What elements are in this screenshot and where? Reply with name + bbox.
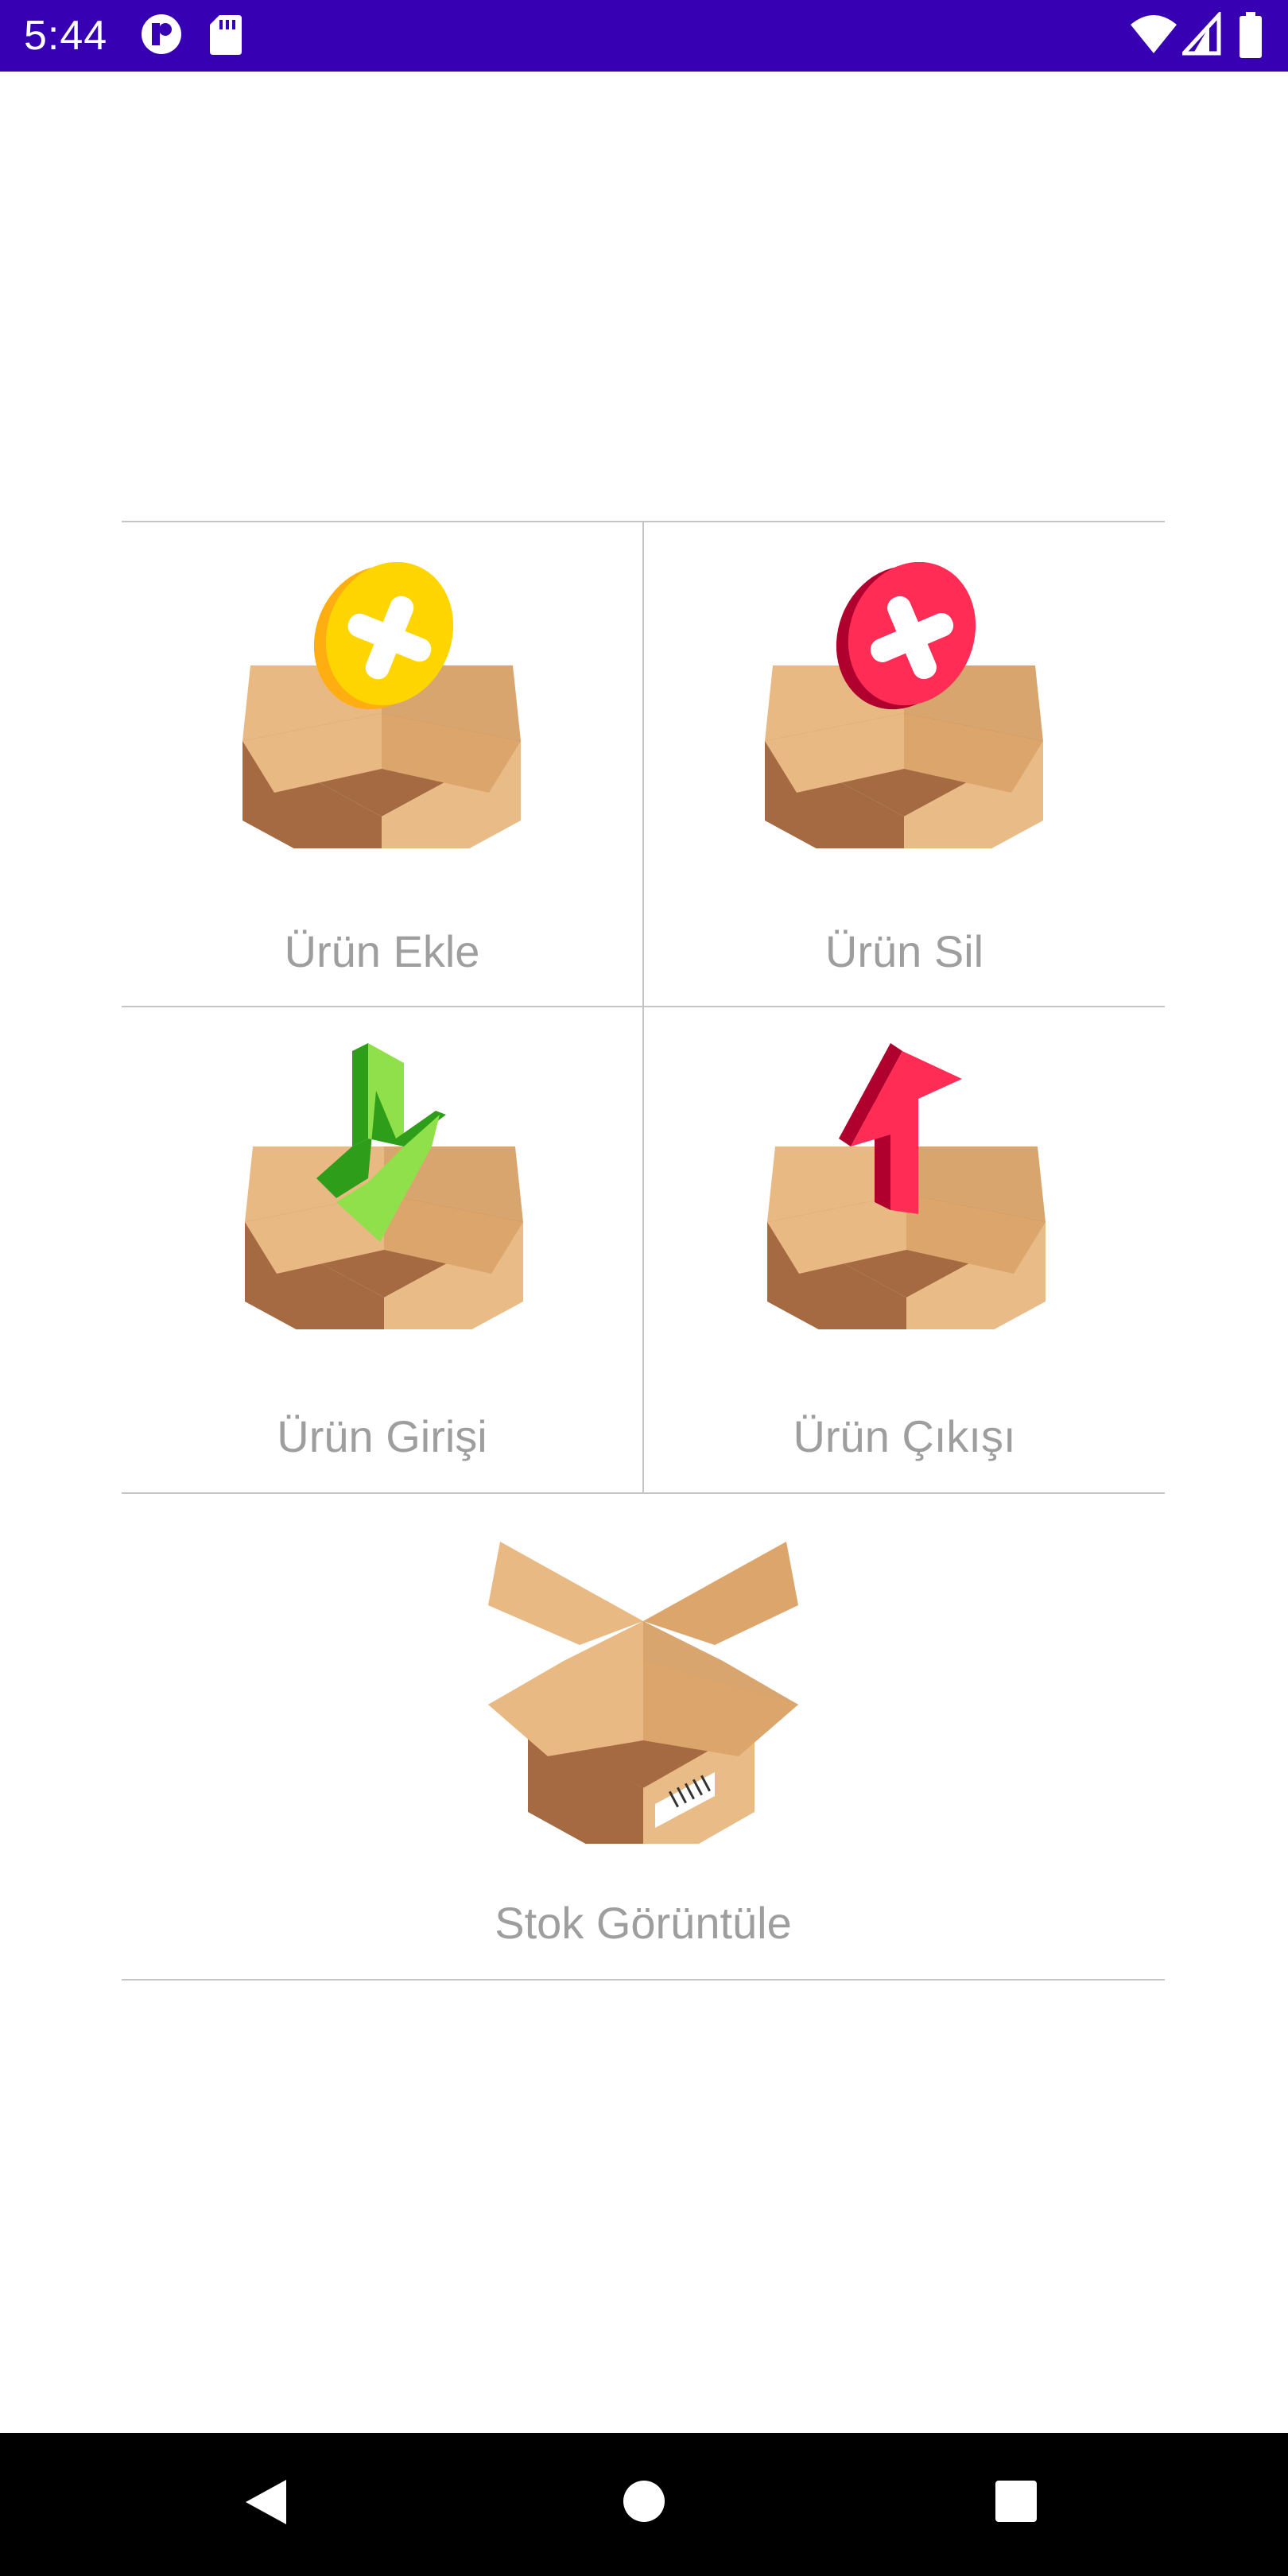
divider: [122, 1979, 1165, 1980]
battery-icon: [1240, 12, 1262, 58]
recents-icon[interactable]: [994, 2479, 1038, 2524]
status-bar: 5:44: [0, 0, 1288, 72]
delete-product-tile[interactable]: Ürün Sil: [644, 522, 1165, 1006]
tile-label: Ürün Ekle: [284, 926, 480, 976]
wifi-icon: [1131, 15, 1177, 53]
product-entry-tile[interactable]: Ürün Girişi: [122, 1007, 642, 1492]
tile-label: Stok Görüntüle: [495, 1898, 792, 1948]
app-notification-icon: [142, 14, 181, 54]
tile-label: Ürün Girişi: [277, 1411, 487, 1461]
box-delete-icon: [765, 562, 1043, 848]
tile-label: Ürün Sil: [824, 926, 984, 976]
product-exit-tile[interactable]: Ürün Çıkışı: [644, 1007, 1165, 1492]
sd-card-icon: [210, 15, 242, 55]
menu-grid: Ürün Ekle Ürün Sil Ürün Girişi Ürün Çıkı…: [122, 521, 1165, 1980]
box-add-icon: [242, 562, 521, 848]
add-product-tile[interactable]: Ürün Ekle: [122, 522, 642, 1006]
status-time: 5:44: [24, 13, 108, 59]
box-stock-icon: [488, 1542, 798, 1844]
tile-label: Ürün Çıkışı: [793, 1411, 1016, 1461]
box-in-icon: [245, 1043, 523, 1329]
back-icon[interactable]: [242, 2477, 290, 2528]
cell-signal-icon: [1182, 12, 1221, 56]
view-stock-tile[interactable]: Stok Görüntüle: [122, 1494, 1165, 1979]
navigation-bar: [0, 2433, 1288, 2576]
box-out-icon: [767, 1043, 1046, 1329]
home-icon[interactable]: [622, 2479, 666, 2524]
